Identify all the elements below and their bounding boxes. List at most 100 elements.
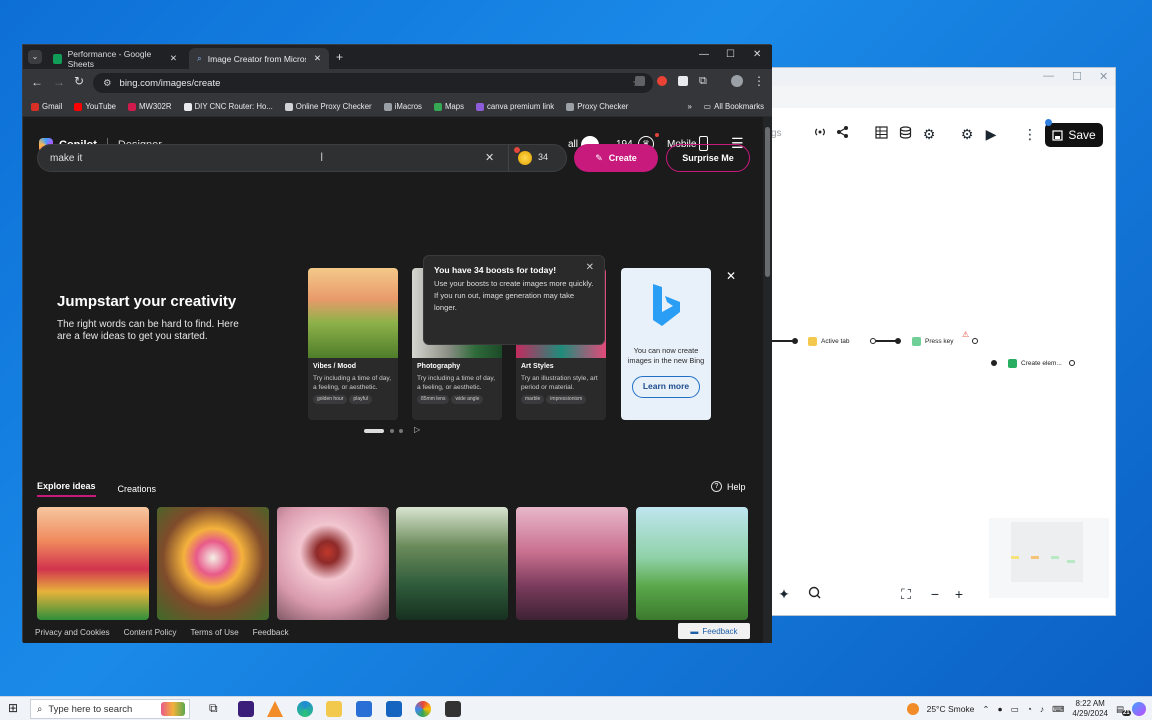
bookmark-item[interactable]: Maps [433,102,464,111]
close-tab-icon[interactable]: ✕ [170,53,177,64]
minimize-icon[interactable]: — [699,49,709,60]
maximize-icon[interactable]: ☐ [1072,70,1082,83]
tab-google-sheets[interactable]: Performance - Google Sheets ✕ [45,48,185,69]
close-window-icon[interactable]: ✕ [753,49,761,60]
zoom-in-icon[interactable]: + [950,585,968,603]
mail-app-icon[interactable] [386,701,402,717]
kite-boy-image[interactable] [636,507,748,620]
bookmark-item[interactable]: YouTube [74,102,116,111]
prompt-chip[interactable]: golden hour [313,395,348,404]
file-explorer-icon[interactable] [326,701,342,717]
scrollbar-thumb[interactable] [765,127,770,277]
feedback-button[interactable]: ▬ Feedback [678,623,750,639]
create-button[interactable]: ✎ Create [574,144,658,172]
fit-view-icon[interactable]: ⛶ [897,585,915,603]
footer-link[interactable]: Terms of Use [190,628,238,637]
all-bookmarks-folder[interactable]: ▭ All Bookmarks [704,102,764,111]
node-active-tab[interactable]: Active tab [803,333,855,349]
tab-image-creator[interactable]: ⌕ Image Creator from Microsoft ... ✕ [189,48,329,69]
bookmark-item[interactable]: MW302R [128,102,172,111]
keyboard-icon[interactable]: ⌨ [1052,704,1064,715]
flower-basket-image[interactable] [157,507,269,620]
close-icon[interactable]: ✕ [1099,70,1108,83]
bookmark-item[interactable]: DIY CNC Router: Ho... [183,102,273,111]
vlc-app-icon[interactable] [267,701,283,717]
cherry-blossom-path-image[interactable] [516,507,628,620]
address-bar[interactable]: ⚙ bing.com/images/create ☆ [93,73,653,93]
premiere-app-icon[interactable] [238,701,254,717]
tab-explore-ideas[interactable]: Explore ideas [37,481,96,497]
connector-port[interactable] [1069,360,1075,366]
select-tool-icon[interactable]: ✦ [775,585,793,603]
help-link[interactable]: ? Help [711,481,746,492]
bookmark-item[interactable]: Proxy Checker [566,102,628,111]
start-windows-icon[interactable]: ⊞ [8,701,18,715]
store-app-icon[interactable] [356,701,372,717]
maximize-icon[interactable]: ☐ [726,49,735,60]
connector-port[interactable] [972,338,978,344]
volume-icon[interactable]: ♪ [1040,704,1044,714]
table-icon[interactable] [872,125,890,143]
carousel-dot-active[interactable] [364,429,384,433]
search-icon[interactable] [805,585,823,603]
node-create-element[interactable]: Create elem... [1003,355,1067,371]
prompt-chip[interactable]: playful [349,395,372,404]
bookmark-item[interactable]: canva premium link [476,102,554,111]
page-scrollbar[interactable] [763,117,772,643]
meet-icon[interactable]: ▭ [1011,704,1019,715]
chevron-up-icon[interactable]: ⌃ [982,704,989,715]
carousel-play-icon[interactable]: ▷ [414,425,420,434]
prompt-chip[interactable]: impressionism [546,395,587,404]
more-options-icon[interactable]: ⋮ [1021,125,1039,143]
close-ideas-icon[interactable]: ✕ [726,269,736,283]
copilot-taskbar-icon[interactable] [1132,702,1146,716]
extension-icon[interactable] [657,76,667,86]
carousel-dot[interactable] [399,429,403,433]
clock[interactable]: 8:22 AM 4/29/2024 [1072,699,1108,719]
bookmark-item[interactable]: Online Proxy Checker [284,102,372,111]
chrome-app-icon[interactable] [415,701,431,717]
network-icon[interactable]: ◔ [1027,704,1032,714]
debug-icon[interactable]: ⚙ [958,125,976,143]
prompt-chip[interactable]: wide angle [451,395,484,404]
tab-search-icon[interactable]: ⌄ [28,50,42,64]
forward-icon[interactable]: → [53,75,65,89]
surprise-me-button[interactable]: Surprise Me [666,144,750,172]
site-info-icon[interactable]: ⚙ [103,78,112,89]
zoom-out-icon[interactable]: − [926,585,944,603]
close-tooltip-icon[interactable]: ✕ [586,262,594,274]
new-tab-icon[interactable]: + [336,50,343,64]
node-press-key[interactable]: Press key [907,333,959,349]
extensions-puzzle-icon[interactable]: ⧉ [699,75,707,88]
prompt-chip[interactable]: 85mm lens [417,395,450,404]
butterfly-image[interactable] [277,507,389,620]
footer-link[interactable]: Privacy and Cookies [35,628,110,637]
reload-icon[interactable]: ↻ [74,74,84,88]
task-view-icon[interactable]: ⧉ [209,701,218,716]
footer-link[interactable]: Feedback [253,628,289,637]
extension-icon[interactable] [635,76,645,86]
share-icon[interactable] [834,125,852,143]
play-icon[interactable]: ▶ [982,125,1000,143]
tulip-field-image[interactable] [37,507,149,620]
bookmark-item[interactable]: Gmail [31,102,62,111]
taskbar-search[interactable]: ⌕ Type here to search [30,699,190,719]
prompt-chip[interactable]: marble [521,395,545,404]
weather-text[interactable]: 25°C Smoke [927,704,975,714]
learn-more-button[interactable]: Learn more [632,376,700,398]
close-tab-icon[interactable]: ✕ [314,53,321,64]
waterfall-image[interactable] [396,507,508,620]
clear-prompt-icon[interactable]: ✕ [485,151,494,164]
database-icon[interactable] [896,125,914,143]
more-bookmarks-icon[interactable]: » [687,102,691,111]
app-icon[interactable] [445,701,461,717]
settings-icon[interactable]: ⚙ [920,125,938,143]
minimize-icon[interactable]: — [1043,70,1054,82]
minimap[interactable] [989,518,1109,598]
microphone-icon[interactable]: ● [998,704,1003,714]
back-icon[interactable]: ← [31,75,43,89]
footer-link[interactable]: Content Policy [124,628,177,637]
broadcast-icon[interactable] [811,125,829,143]
bookmark-item[interactable]: iMacros [383,102,422,111]
idea-card-vibes[interactable]: Vibes / Mood Try including a time of day,… [308,268,398,420]
